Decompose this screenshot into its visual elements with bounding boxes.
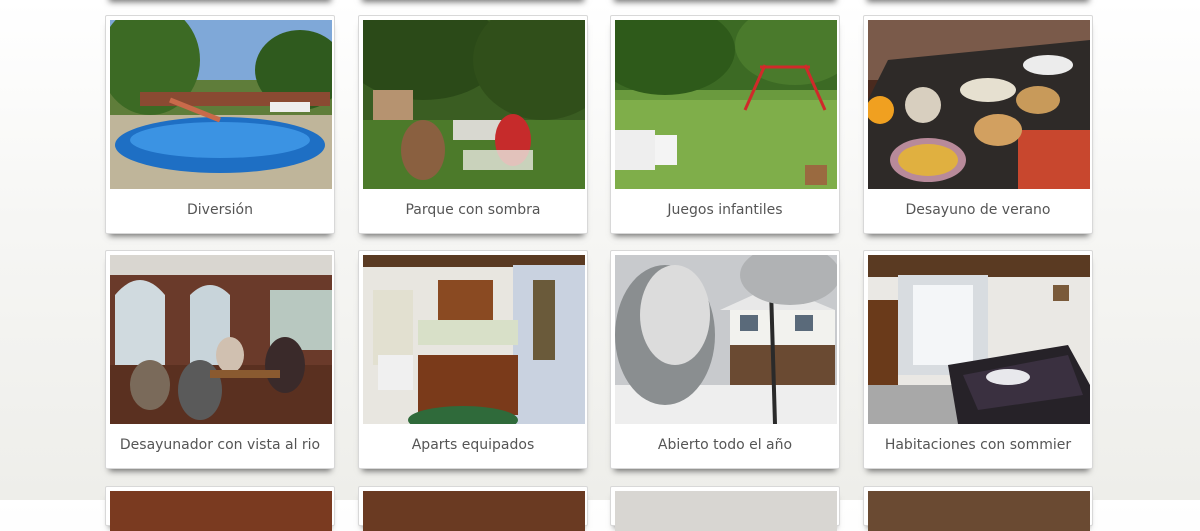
gallery-card-partial[interactable] xyxy=(105,486,335,531)
card-caption: Parque con sombra xyxy=(405,202,541,218)
snow-house-photo[interactable] xyxy=(615,255,837,424)
partial-photo[interactable] xyxy=(615,491,837,531)
card-caption: Diversión xyxy=(187,202,253,218)
partial-photo[interactable] xyxy=(868,491,1090,531)
gallery-card[interactable]: Parque con sombra xyxy=(358,15,588,234)
card-caption: Habitaciones con sommier xyxy=(884,437,1072,453)
bedroom-photo[interactable] xyxy=(868,255,1090,424)
kitchen-photo[interactable] xyxy=(363,255,585,424)
gallery-card[interactable]: Juegos infantiles xyxy=(610,15,840,234)
gallery-card[interactable]: Diversión xyxy=(105,15,335,234)
gallery-card[interactable]: Aparts equipados xyxy=(358,250,588,469)
gallery-card-partial[interactable] xyxy=(358,486,588,531)
gallery-card[interactable]: Desayunador con vista al rio xyxy=(105,250,335,469)
shaded-park-photo[interactable] xyxy=(363,20,585,189)
card-caption: Desayuno de verano xyxy=(905,202,1051,218)
card-caption: Aparts equipados xyxy=(411,437,535,453)
dining-room-photo[interactable] xyxy=(110,255,332,424)
breakfast-photo[interactable] xyxy=(868,20,1090,189)
gallery-card[interactable]: Habitaciones con sommier xyxy=(863,250,1093,469)
gallery-card[interactable]: Abierto todo el año xyxy=(610,250,840,469)
partial-photo[interactable] xyxy=(363,491,585,531)
card-caption: Abierto todo el año xyxy=(657,437,793,453)
playground-photo[interactable] xyxy=(615,20,837,189)
gallery-card-partial[interactable] xyxy=(863,486,1093,531)
partial-photo[interactable] xyxy=(110,491,332,531)
gallery-card-partial[interactable] xyxy=(610,486,840,531)
gallery-card[interactable]: Desayuno de verano xyxy=(863,15,1093,234)
pool-photo[interactable] xyxy=(110,20,332,189)
card-caption: Juegos infantiles xyxy=(667,202,783,218)
card-caption: Desayunador con vista al rio xyxy=(119,437,321,453)
